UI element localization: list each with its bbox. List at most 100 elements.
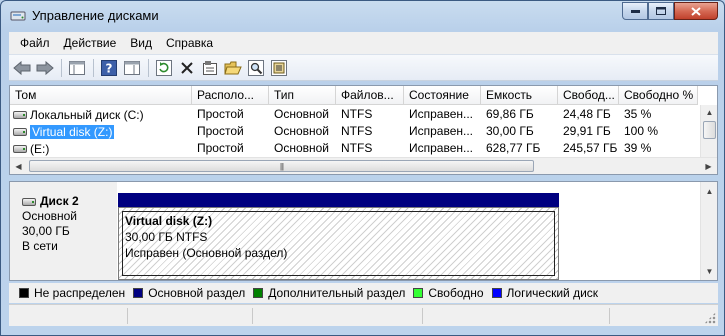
help-button[interactable]: ?: [99, 58, 119, 78]
properties-button[interactable]: [200, 58, 220, 78]
legend-item: Основной раздел: [133, 286, 245, 300]
legend-item: Не распределен: [19, 286, 125, 300]
percent-free-cell: 100 %: [624, 124, 659, 138]
settings-button[interactable]: [269, 58, 289, 78]
legend-swatch: [133, 288, 144, 298]
column-header-status[interactable]: Состояние: [404, 86, 481, 105]
refresh-button[interactable]: [154, 58, 174, 78]
forward-icon: [36, 60, 54, 75]
menu-file[interactable]: Файл: [13, 36, 57, 50]
menu-action[interactable]: Действие: [57, 36, 124, 50]
scroll-up-arrow-icon[interactable]: ▲: [701, 184, 718, 198]
capacity-cell: 30,00 ГБ: [486, 124, 534, 138]
scroll-left-arrow-icon[interactable]: ◀: [10, 158, 27, 174]
legend-bar: Не распределен Основной раздел Дополните…: [9, 283, 718, 303]
free-space-cell: 29,91 ГБ: [563, 124, 611, 138]
disk-kind: Основной: [22, 209, 78, 223]
column-header-capacity[interactable]: Емкость: [481, 86, 558, 105]
title-bar[interactable]: Управление дисками: [1, 1, 724, 31]
filesystem-cell: NTFS: [341, 124, 373, 138]
menu-bar: Файл Действие Вид Справка: [9, 32, 718, 54]
layout-cell: Простой: [197, 124, 244, 138]
drive-icon: [13, 145, 27, 153]
partition-state: Исправен (Основной раздел): [125, 246, 288, 260]
resize-grip-icon[interactable]: [704, 312, 716, 324]
partition-selection[interactable]: Virtual disk (Z:) 30,00 ГБ NTFS Исправен…: [122, 211, 555, 276]
disk-management-window: Управление дисками Файл Действие Вид Спр…: [0, 0, 725, 336]
partition-name: Virtual disk (Z:): [125, 214, 213, 228]
search-button[interactable]: [246, 58, 266, 78]
scroll-thumb[interactable]: |||: [29, 160, 534, 172]
properties-pane-button[interactable]: [122, 58, 142, 78]
type-cell: Основной: [274, 107, 330, 121]
column-header-filesystem[interactable]: Файлов...: [336, 86, 404, 105]
disk-name-row: Диск 2: [22, 194, 117, 209]
open-button[interactable]: [223, 58, 243, 78]
settings-icon: [271, 59, 287, 76]
toolbar-separator: [93, 58, 94, 77]
disk-info-panel[interactable]: Диск 2 Основной 30,00 ГБ В сети: [10, 182, 117, 280]
delete-button[interactable]: [177, 58, 197, 78]
scroll-right-arrow-icon[interactable]: ▶: [700, 158, 717, 174]
search-icon: [248, 59, 264, 76]
volume-name: Локальный диск (C:): [30, 108, 144, 122]
column-header-layout[interactable]: Располо...: [192, 86, 269, 105]
drive-icon: [13, 128, 27, 136]
console-tree-icon: [69, 60, 85, 75]
disk-icon: [22, 197, 36, 206]
volume-name-cell: Локальный диск (C:): [10, 106, 192, 123]
maximize-button[interactable]: [648, 2, 674, 20]
scroll-thumb[interactable]: [703, 121, 716, 139]
disk-status: В сети: [22, 239, 58, 253]
column-header-type[interactable]: Тип: [269, 86, 336, 105]
column-header-volume[interactable]: Том: [10, 86, 192, 105]
status-segment: [127, 308, 128, 324]
type-cell: Основной: [274, 141, 330, 155]
open-icon: [224, 61, 242, 74]
forward-button[interactable]: [35, 58, 55, 78]
close-button[interactable]: [674, 2, 718, 20]
volume-horizontal-scrollbar[interactable]: ◀ ||| ▶: [10, 157, 717, 174]
minimize-button[interactable]: [622, 2, 648, 20]
menu-help[interactable]: Справка: [159, 36, 220, 50]
partition-block[interactable]: Virtual disk (Z:) 30,00 ГБ NTFS Исправен…: [118, 193, 559, 280]
partition-body: Virtual disk (Z:) 30,00 ГБ NTFS Исправен…: [118, 207, 559, 280]
table-row[interactable]: Virtual disk (Z:) Простой Основной NTFS …: [10, 123, 698, 140]
scroll-down-arrow-icon[interactable]: ▼: [701, 264, 718, 278]
volume-table-header: Том Располо... Тип Файлов... Состояние Е…: [10, 86, 698, 105]
volume-vertical-scrollbar[interactable]: ▲: [700, 105, 717, 157]
table-row[interactable]: Локальный диск (C:) Простой Основной NTF…: [10, 106, 698, 123]
percent-free-cell: 39 %: [624, 141, 652, 155]
status-cell: Исправен...: [409, 124, 474, 138]
legend-swatch: [19, 288, 29, 298]
partition-size-fs: 30,00 ГБ NTFS: [125, 230, 208, 244]
capacity-cell: 69,86 ГБ: [486, 107, 534, 121]
disk-vertical-scrollbar[interactable]: ▲ ▼: [700, 182, 717, 280]
console-tree-button[interactable]: [67, 58, 87, 78]
filesystem-cell: NTFS: [341, 141, 373, 155]
table-row[interactable]: (E:) Простой Основной NTFS Исправен... 6…: [10, 140, 698, 157]
back-button[interactable]: [12, 58, 32, 78]
close-icon: [691, 6, 701, 16]
legend-item: Свободно: [413, 286, 484, 300]
legend-item: Логический диск: [491, 286, 598, 300]
drive-icon: [13, 111, 27, 119]
caption-buttons: [622, 2, 718, 20]
column-header-free-space[interactable]: Свобод...: [558, 86, 619, 105]
toolbar: ?: [9, 54, 718, 81]
free-space-cell: 245,57 ГБ: [563, 141, 618, 155]
disk-management-app-icon: [10, 11, 26, 21]
free-space-cell: 24,48 ГБ: [563, 107, 611, 121]
status-segment: [422, 308, 423, 324]
legend-label: Не распределен: [34, 286, 126, 300]
volume-name: Virtual disk (Z:): [30, 125, 115, 139]
delete-icon: [181, 61, 193, 74]
disk-name: Диск 2: [40, 194, 79, 208]
scroll-up-arrow-icon[interactable]: ▲: [701, 105, 718, 119]
column-header-percent-free[interactable]: Свободно %: [619, 86, 698, 105]
menu-view[interactable]: Вид: [123, 36, 159, 50]
status-cell: Исправен...: [409, 141, 474, 155]
primary-partition-bar: [118, 193, 559, 207]
legend-label: Дополнительный раздел: [268, 286, 406, 300]
legend-label: Свободно: [428, 286, 484, 300]
